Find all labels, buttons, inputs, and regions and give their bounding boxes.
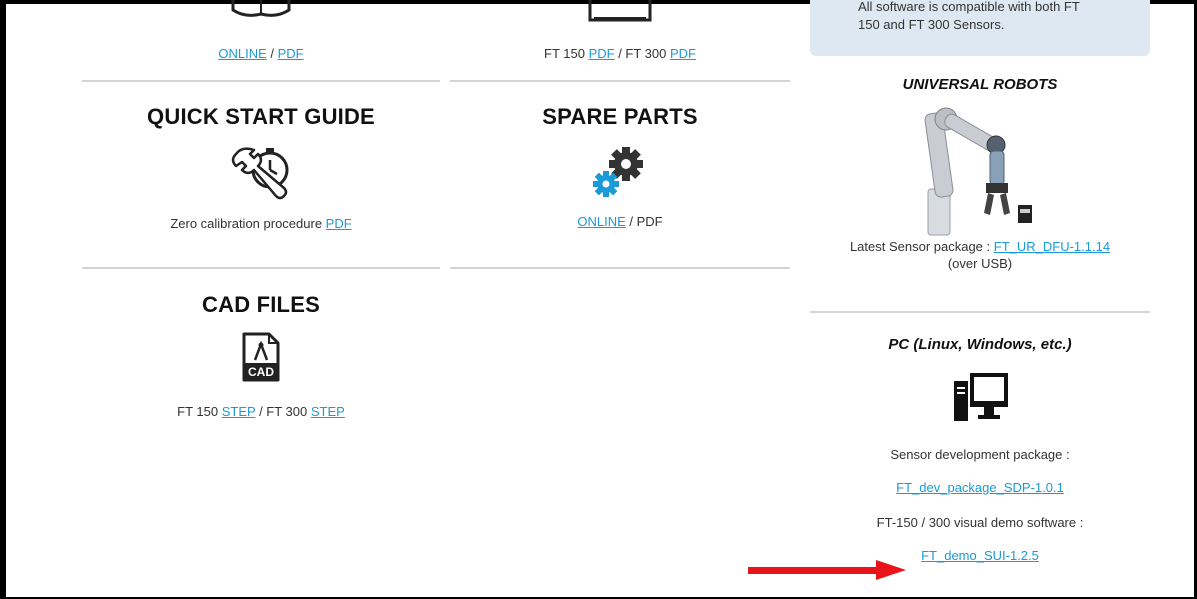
ur-usb-note: (over USB) xyxy=(947,256,1013,271)
pc-sdp-link[interactable]: FT_dev_package_SDP-1.0.1 xyxy=(896,480,1064,495)
pc-demo-link[interactable]: FT_demo_SUI-1.2.5 xyxy=(921,548,1039,563)
cad-ft300-step-link[interactable]: STEP xyxy=(311,404,345,419)
red-arrow-annotation xyxy=(748,560,906,580)
desktop-computer-icon xyxy=(954,373,1008,421)
spare-parts-title: SPARE PARTS xyxy=(542,104,698,129)
cad-ft150-step-link[interactable]: STEP xyxy=(222,404,256,419)
drawing-ft300-pdf-link[interactable]: PDF xyxy=(670,46,696,61)
spare-parts-pdf-text: / PDF xyxy=(625,214,663,229)
divider xyxy=(450,80,790,82)
compatibility-notice: All software is compatible with both FT … xyxy=(810,0,1150,56)
manual-online-link[interactable]: ONLINE xyxy=(218,46,266,61)
gears-icon xyxy=(593,147,643,197)
robot-arm-image xyxy=(924,107,1032,236)
ur-package-text: Latest Sensor package : xyxy=(849,239,994,254)
universal-robots-section: UNIVERSAL ROBOTS Latest Sensor package :… xyxy=(810,76,1150,271)
quick-start-section: QUICK START GUIDE Zero calibration proce… xyxy=(82,104,440,231)
cad-file-icon: CAD xyxy=(242,332,280,382)
cad-ft150-text: FT 150 xyxy=(177,404,222,419)
pc-demo-label: FT-150 / 300 visual demo software : xyxy=(876,515,1084,530)
drawings-section: FT 150 PDF / FT 300 PDF xyxy=(450,0,790,61)
manual-pdf-link[interactable]: PDF xyxy=(278,46,304,61)
drawing-ft150-text: FT 150 xyxy=(544,46,589,61)
universal-robots-title: UNIVERSAL ROBOTS xyxy=(902,76,1058,93)
pc-title: PC (Linux, Windows, etc.) xyxy=(888,336,1072,353)
divider xyxy=(810,311,1150,313)
pc-section: PC (Linux, Windows, etc.) Sensor develop… xyxy=(810,336,1150,563)
divider xyxy=(82,80,440,82)
monitor-drawing-icon xyxy=(588,0,652,22)
cad-files-section: CAD FILES CAD FT 150 STEP / FT 300 STEP xyxy=(82,292,440,419)
manual-separator: / xyxy=(266,46,278,61)
book-icon xyxy=(231,0,291,17)
spare-parts-section: SPARE PARTS ONLINE / PDF xyxy=(450,104,790,229)
quick-start-text: Zero calibration procedure xyxy=(170,216,326,231)
quick-start-pdf-link[interactable]: PDF xyxy=(326,216,352,231)
wrench-stopwatch-icon xyxy=(231,147,289,200)
drawing-ft300-text: / FT 300 xyxy=(614,46,670,61)
ur-package-link[interactable]: FT_UR_DFU-1.1.14 xyxy=(994,239,1110,254)
pc-sdp-label: Sensor development package : xyxy=(890,447,1070,462)
divider xyxy=(450,267,790,269)
divider xyxy=(82,267,440,269)
drawing-ft150-pdf-link[interactable]: PDF xyxy=(589,46,615,61)
cad-icon-text: CAD xyxy=(248,365,274,379)
spare-parts-online-link[interactable]: ONLINE xyxy=(577,214,625,229)
manuals-section: ONLINE / PDF xyxy=(82,0,440,61)
compatibility-notice-text: All software is compatible with both FT … xyxy=(858,0,1080,32)
cad-files-title: CAD FILES xyxy=(202,292,320,317)
cad-ft300-text: / FT 300 xyxy=(255,404,311,419)
quick-start-title: QUICK START GUIDE xyxy=(147,104,375,129)
